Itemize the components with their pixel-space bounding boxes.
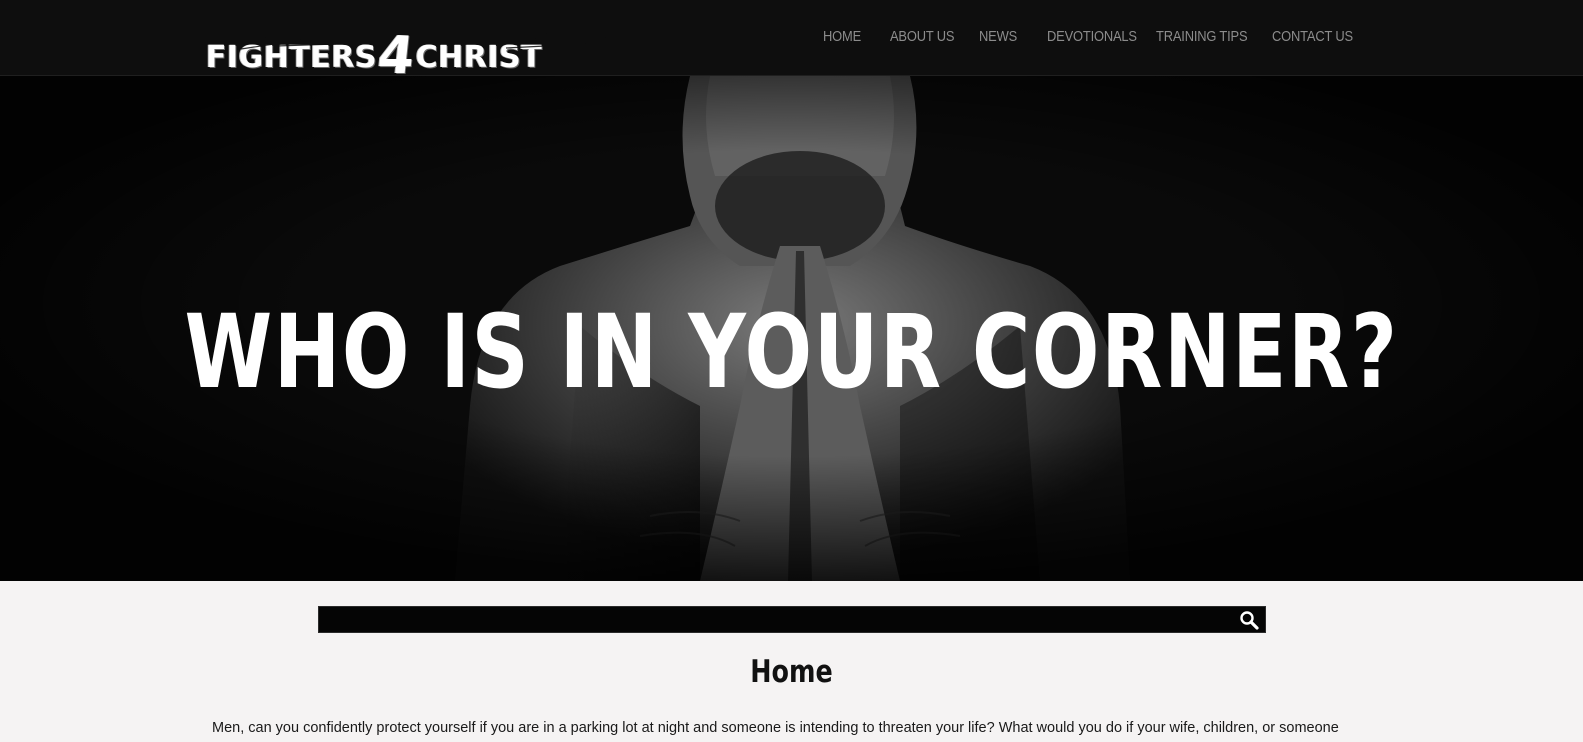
nav-link-about-us[interactable]: ABOUT US [890,28,967,45]
site-header: FIGHTERS4CHRIST HOME ABOUT US NEWS DEVOT… [0,0,1583,86]
page-title: Home [750,654,833,690]
main-nav: HOME ABOUT US NEWS DEVOTIONALS TRAINING … [823,28,1362,48]
page: FIGHTERS4CHRIST HOME ABOUT US NEWS DEVOT… [0,0,1583,742]
nav-link-news[interactable]: NEWS [979,28,1037,45]
nav-link-home[interactable]: HOME [823,28,881,45]
logo-text-christ: CHRIST [415,40,543,75]
hero-banner: WHO IS IN YOUR CORNER? [0,76,1583,581]
logo-wordmark: FIGHTERS4CHRIST [206,20,543,86]
nav-item-about-us: ABOUT US [890,28,979,48]
nav-item-news: NEWS [979,28,1047,48]
intro-paragraph: Men, can you confidently protect yoursel… [212,720,1339,736]
nav-item-training-tips: TRAINING TIPS [1156,28,1272,48]
search-icon[interactable] [1239,610,1259,630]
nav-link-devotionals[interactable]: DEVOTIONALS [1047,28,1141,45]
nav-item-devotionals: DEVOTIONALS [1047,28,1156,48]
nav-item-home: HOME [823,28,890,48]
hero-title: WHO IS IN YOUR CORNER? [184,293,1399,412]
nav-link-training-tips[interactable]: TRAINING TIPS [1156,28,1256,45]
nav-link-contact-us[interactable]: CONTACT US [1272,28,1353,45]
search-input[interactable] [319,607,1219,632]
site-logo[interactable]: FIGHTERS4CHRIST [206,4,621,86]
search-bar [318,606,1266,633]
nav-item-contact-us: CONTACT US [1272,28,1362,48]
logo-text-fighters: FIGHTERS [206,40,378,75]
